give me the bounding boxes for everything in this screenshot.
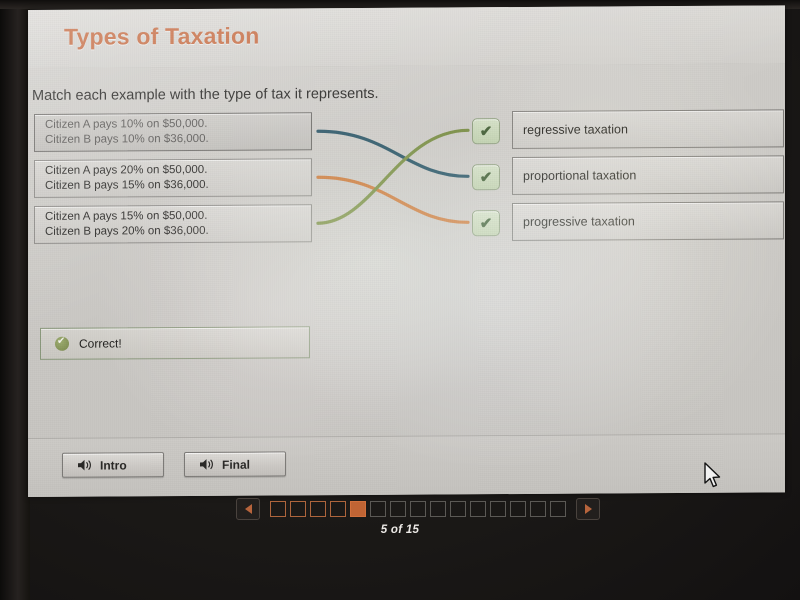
answer-label-1: regressive taxation [523, 122, 628, 137]
speaker-icon [78, 459, 91, 471]
page-dot-10[interactable] [450, 501, 466, 517]
prev-page-button[interactable] [236, 498, 260, 520]
activity-panel: Types of Taxation Match each example wit… [28, 5, 785, 497]
check-icon: ✔ [479, 214, 493, 232]
page-dot-7[interactable] [390, 501, 406, 517]
speaker-icon [200, 459, 213, 470]
audio-button-intro[interactable]: Intro [62, 452, 164, 478]
page-dot-3[interactable] [310, 501, 326, 517]
prompt-line-3b: Citizen B pays 20% on $36,000. [45, 224, 209, 238]
check-badge-2[interactable]: ✔ [472, 164, 500, 191]
answer-label-2: proportional taxation [523, 168, 637, 183]
answer-label-3: progressive taxation [523, 214, 635, 229]
triangle-left-icon [244, 504, 252, 514]
check-icon: ✔ [479, 168, 493, 186]
feedback-box: Correct! [40, 326, 310, 360]
page-dot-14[interactable] [530, 501, 546, 517]
panel-header: Types of Taxation [28, 5, 785, 69]
arrow-cursor-icon [704, 462, 721, 488]
page-dot-4[interactable] [330, 501, 346, 517]
prompt-line-3a: Citizen A pays 15% on $50,000. [45, 209, 208, 223]
page-dot-5[interactable] [350, 501, 366, 517]
monitor-photo: Types of Taxation Match each example wit… [0, 0, 800, 600]
page-dots [270, 501, 566, 517]
page-counter: 5 of 15 [380, 524, 420, 536]
audio-button-final-label: Final [222, 457, 251, 472]
page-dot-1[interactable] [270, 501, 286, 517]
page-title: Types of Taxation [64, 22, 260, 50]
prompt-line-2a: Citizen A pays 20% on $50,000. [45, 163, 208, 177]
prompt-line-1a: Citizen A pays 10% on $50,000. [45, 117, 208, 131]
monitor-bezel-left [0, 0, 30, 600]
page-dot-13[interactable] [510, 501, 526, 517]
page-dot-11[interactable] [470, 501, 486, 517]
connector-line-3 [316, 128, 470, 225]
page-dot-2[interactable] [290, 501, 306, 517]
check-badge-3[interactable]: ✔ [472, 210, 500, 237]
feedback-text: Correct! [79, 336, 122, 351]
audio-button-intro-label: Intro [100, 457, 127, 473]
check-icon: ✔ [479, 122, 493, 140]
panel-body: Match each example with the type of tax … [28, 63, 785, 439]
page-dot-15[interactable] [550, 501, 566, 517]
prompt-box-1[interactable]: Citizen A pays 10% on $50,000. Citizen B… [34, 112, 312, 152]
page-dot-6[interactable] [370, 501, 386, 517]
instruction-text: Match each example with the type of tax … [32, 85, 379, 104]
page-dot-9[interactable] [430, 501, 446, 517]
check-circle-icon [55, 336, 69, 351]
triangle-right-icon [584, 504, 592, 514]
prompt-line-2b: Citizen B pays 15% on $36,000. [45, 178, 209, 192]
check-badge-1[interactable]: ✔ [472, 118, 500, 145]
answer-box-3[interactable]: progressive taxation [512, 201, 784, 242]
audio-button-final[interactable]: Final [184, 451, 286, 478]
page-dot-8[interactable] [410, 501, 426, 517]
pagination-bar [236, 498, 600, 520]
next-page-button[interactable] [576, 498, 600, 520]
answer-box-1[interactable]: regressive taxation [512, 109, 784, 150]
prompt-line-1b: Citizen B pays 10% on $36,000. [45, 132, 209, 146]
page-dot-12[interactable] [490, 501, 506, 517]
prompt-box-3[interactable]: Citizen A pays 15% on $50,000. Citizen B… [34, 204, 312, 244]
panel-footer: Intro Final [28, 433, 785, 497]
answer-box-2[interactable]: proportional taxation [512, 155, 784, 196]
matching-activity: Citizen A pays 10% on $50,000. Citizen B… [28, 109, 785, 264]
prompt-box-2[interactable]: Citizen A pays 20% on $50,000. Citizen B… [34, 158, 312, 198]
